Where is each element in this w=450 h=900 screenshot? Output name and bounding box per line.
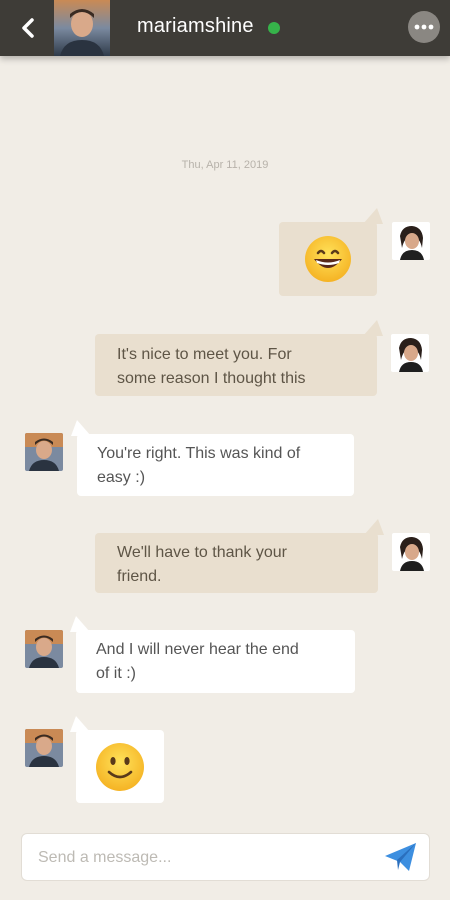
contact-avatar[interactable] bbox=[54, 0, 110, 56]
message-text-line: of it :) bbox=[96, 665, 137, 682]
grinning-face-emoji bbox=[305, 236, 351, 282]
back-button[interactable] bbox=[14, 14, 42, 42]
message-bubble-outgoing[interactable] bbox=[279, 208, 383, 296]
more-horizontal-icon bbox=[414, 24, 434, 30]
contact-avatar bbox=[25, 433, 63, 471]
message-text-line: We'll have to thank your bbox=[117, 544, 287, 561]
more-options-button[interactable] bbox=[408, 11, 440, 43]
message-text-line: easy :) bbox=[97, 469, 146, 486]
message-text-line: It's nice to meet you. For bbox=[117, 346, 292, 363]
message-bubble-outgoing[interactable]: We'll have to thank your friend. bbox=[95, 519, 384, 593]
contact-avatar bbox=[25, 630, 63, 668]
my-avatar bbox=[392, 222, 430, 260]
my-avatar bbox=[391, 334, 429, 372]
message-composer bbox=[21, 833, 430, 882]
message-text-line: And I will never hear the end bbox=[96, 641, 299, 658]
message-input[interactable] bbox=[36, 834, 380, 882]
message-text-line: some reason I thought this bbox=[117, 370, 306, 387]
message-text-line: You're right. This was kind of bbox=[97, 445, 301, 462]
slightly-smiling-face-emoji bbox=[96, 742, 144, 791]
contact-username[interactable]: mariamshine bbox=[137, 15, 254, 38]
online-status-dot bbox=[268, 22, 280, 34]
contact-avatar bbox=[25, 729, 63, 767]
message-bubble-incoming[interactable]: And I will never hear the end of it :) bbox=[70, 616, 355, 693]
date-separator: Thu, Apr 11, 2019 bbox=[181, 159, 269, 171]
message-bubble-incoming[interactable]: You're right. This was kind of easy :) bbox=[71, 420, 354, 496]
message-bubble-incoming[interactable] bbox=[70, 716, 164, 803]
message-text-line: friend. bbox=[117, 568, 162, 585]
chat-header: mariamshine bbox=[0, 0, 450, 56]
chevron-left-icon bbox=[22, 18, 34, 38]
message-bubble-outgoing[interactable]: It's nice to meet you. For some reason I… bbox=[95, 320, 383, 396]
my-avatar bbox=[392, 533, 430, 571]
paper-plane-icon bbox=[385, 843, 416, 871]
send-button[interactable] bbox=[383, 840, 419, 874]
